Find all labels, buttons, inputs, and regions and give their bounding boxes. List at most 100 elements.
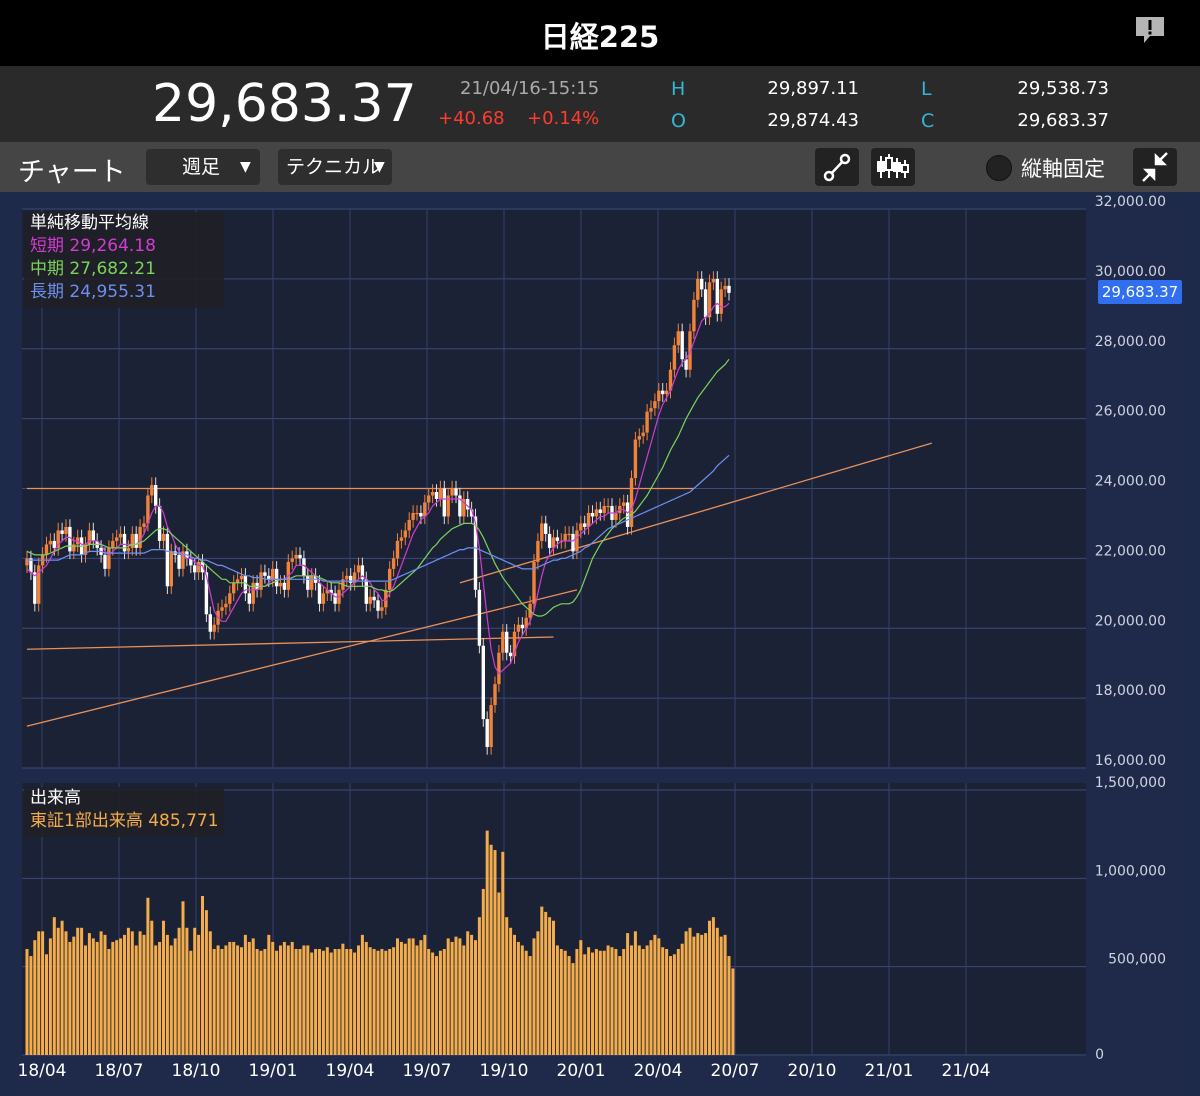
volume-bar — [552, 920, 555, 1055]
candle-body — [547, 533, 552, 548]
volume-bar — [653, 934, 657, 1055]
candle-body — [130, 533, 134, 548]
price-chart[interactable]: 16,000.00 18,000.00 20,000.00 22,000.00 24,0… — [0, 192, 1200, 1096]
volume-bar — [532, 938, 536, 1055]
volume-bar — [466, 931, 470, 1055]
volume-bar — [544, 911, 548, 1055]
volume-bar — [622, 949, 626, 1055]
candle-tool-icon — [877, 154, 909, 178]
volume-bar — [470, 934, 474, 1055]
volume-bar — [91, 938, 95, 1055]
candle-body — [138, 526, 142, 548]
volume-bar — [696, 933, 700, 1055]
volume-bar — [119, 938, 123, 1055]
volume-bar — [509, 927, 513, 1055]
volume-bar — [571, 963, 575, 1055]
volume-bar — [130, 931, 134, 1055]
candle-body — [134, 533, 138, 548]
volume-bar — [731, 968, 735, 1055]
candle-body — [516, 624, 521, 632]
date-tick-label: 20/01 — [557, 1061, 606, 1081]
ma-short-label: 短期 — [30, 236, 64, 256]
volume-bar — [267, 934, 271, 1055]
volume-bar — [594, 949, 598, 1055]
candle-tool-button[interactable] — [871, 148, 915, 186]
candle-body — [154, 485, 158, 506]
volume-bar — [704, 933, 708, 1055]
chevron-down-icon: ▼ — [374, 159, 385, 175]
volume-bar — [197, 934, 201, 1055]
volume-bar — [333, 949, 337, 1055]
high-value: 29,897.11 — [767, 78, 859, 99]
volume-bar — [376, 950, 380, 1055]
candle-body — [711, 278, 716, 283]
ma-mid-label: 中期 — [30, 259, 64, 279]
candle-body — [247, 593, 251, 604]
candle-body — [310, 575, 314, 590]
volume-bar — [251, 938, 255, 1055]
close-label: C — [921, 110, 935, 132]
volume-bar — [150, 920, 154, 1055]
alert-icon[interactable] — [1134, 14, 1166, 46]
volume-bar — [727, 956, 731, 1055]
candle-body — [150, 485, 154, 496]
volume-bar — [446, 938, 450, 1055]
candle-body — [622, 502, 626, 506]
volume-bar — [314, 949, 318, 1055]
candle-body — [661, 390, 665, 395]
candle-body — [723, 285, 727, 290]
volume-bar — [56, 927, 60, 1055]
volume-legend-series: 東証1部出来高 485,771 — [24, 810, 224, 833]
volume-bar — [275, 950, 279, 1055]
volume-bar — [688, 927, 692, 1055]
candle-body — [719, 289, 723, 314]
volume-bar — [368, 947, 372, 1055]
candle-body — [278, 582, 283, 587]
trendline-button[interactable] — [815, 148, 859, 186]
candle-body — [579, 523, 583, 531]
volume-bar — [232, 941, 236, 1055]
volume-bar — [474, 940, 477, 1055]
price-tick-label: 16,000.00 — [1095, 753, 1166, 769]
date-tick-label: 19/07 — [403, 1061, 452, 1081]
candle-body — [536, 540, 540, 562]
volume-bar — [325, 947, 329, 1055]
period-select[interactable]: 週足 ▼ — [146, 149, 260, 185]
collapse-button[interactable] — [1133, 148, 1177, 186]
candle-body — [263, 572, 267, 576]
volume-bar — [48, 938, 52, 1055]
candle-body — [598, 509, 602, 513]
volume-tick-label: 1,000,000 — [1095, 863, 1166, 879]
close-value: 29,683.37 — [1017, 110, 1109, 131]
candle-body — [169, 551, 173, 587]
volume-bar — [489, 844, 493, 1055]
collapse-icon — [1142, 152, 1168, 182]
candle-body — [411, 512, 415, 520]
candle-body — [680, 331, 684, 360]
volume-bar — [302, 945, 306, 1055]
candle-body — [672, 345, 677, 370]
price-tick-label: 28,000.00 — [1095, 334, 1166, 350]
volume-bar — [99, 931, 103, 1055]
candle-body — [239, 575, 244, 580]
candle-body — [571, 533, 575, 552]
price-tick-label: 24,000.00 — [1095, 474, 1166, 490]
candle-body — [177, 554, 181, 569]
volume-bar — [162, 920, 165, 1055]
volume-bar — [294, 949, 298, 1055]
volume-bar — [633, 931, 637, 1055]
candle-body — [700, 278, 704, 290]
volume-bar — [41, 931, 45, 1055]
date-tick-label: 20/04 — [634, 1061, 683, 1081]
date-tick-label: 20/10 — [788, 1061, 837, 1081]
volume-bar — [630, 945, 633, 1055]
candle-body — [442, 488, 446, 517]
candle-body — [48, 540, 53, 545]
technical-select[interactable]: テクニカル ▼ — [278, 149, 392, 185]
candle-body — [415, 512, 419, 515]
candle-body — [419, 512, 423, 517]
lock-axis-radio[interactable] — [986, 155, 1012, 181]
volume-bar — [126, 927, 130, 1055]
candle-body — [629, 478, 634, 527]
volume-bar — [318, 949, 321, 1055]
